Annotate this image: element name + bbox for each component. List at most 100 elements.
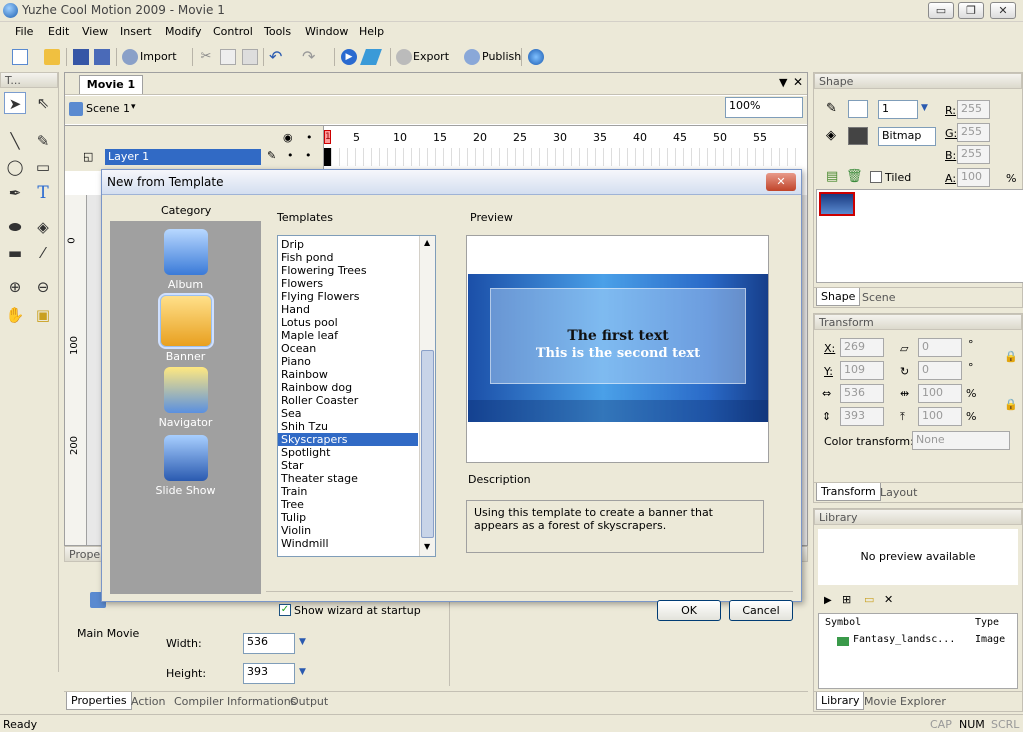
cancel-button[interactable]: Cancel xyxy=(729,600,793,621)
redo-icon[interactable]: ↷ xyxy=(302,49,318,65)
menu-tools[interactable]: Tools xyxy=(264,25,291,38)
undo-icon[interactable]: ↶ xyxy=(269,49,285,65)
new-symbol-icon[interactable]: ⊞ xyxy=(842,593,851,606)
tab-shape[interactable]: Shape xyxy=(816,288,861,306)
tab-list-icon[interactable]: ▼ xyxy=(779,76,787,89)
category-album[interactable]: Album xyxy=(110,229,261,291)
ink-bottle-tool-icon[interactable]: ⬬ xyxy=(4,216,26,238)
template-item[interactable]: Piano xyxy=(278,355,418,368)
template-item[interactable]: Shih Tzu xyxy=(278,420,418,433)
stroke-color-swatch[interactable] xyxy=(848,100,868,118)
close-button[interactable]: ✕ xyxy=(990,2,1016,19)
menu-modify[interactable]: Modify xyxy=(165,25,201,38)
tab-movie-1[interactable]: Movie 1 xyxy=(79,75,143,94)
subselect-tool-icon[interactable]: ⇖ xyxy=(32,92,54,114)
test-movie-icon[interactable] xyxy=(360,49,382,65)
zoom-in-tool-icon[interactable]: ⊕ xyxy=(4,276,26,298)
template-item[interactable]: Drip xyxy=(278,238,418,251)
stroke-width-input[interactable]: 1 xyxy=(878,100,918,119)
scroll-thumb[interactable] xyxy=(421,350,434,538)
template-item[interactable]: Roller Coaster xyxy=(278,394,418,407)
tab-properties[interactable]: Properties xyxy=(66,692,132,710)
tab-action[interactable]: Action xyxy=(131,695,165,708)
transform-height-input[interactable]: 393 xyxy=(840,407,884,426)
category-slide-show[interactable]: Slide Show xyxy=(110,435,261,497)
height-input[interactable]: 393 xyxy=(243,663,295,684)
cut-icon[interactable]: ✂ xyxy=(198,49,214,65)
gradient-tool-icon[interactable]: ▬ xyxy=(4,242,26,264)
y-input[interactable]: 109 xyxy=(840,361,884,380)
show-wizard-checkbox[interactable]: ✓ xyxy=(279,604,291,616)
minimize-button[interactable]: ▭ xyxy=(928,2,954,19)
skew-input[interactable]: 0 xyxy=(918,361,962,380)
template-item[interactable]: Sea xyxy=(278,407,418,420)
open-folder-icon[interactable] xyxy=(44,49,60,65)
export-icon[interactable] xyxy=(396,49,412,65)
tab-layout[interactable]: Layout xyxy=(880,486,917,499)
a-input[interactable]: 100 xyxy=(957,168,990,187)
lock-scale-icon[interactable]: 🔒 xyxy=(1004,398,1018,411)
tab-movie-explorer[interactable]: Movie Explorer xyxy=(864,695,946,708)
rotation-input[interactable]: 0 xyxy=(918,338,962,357)
scroll-down-icon[interactable]: ▼ xyxy=(424,542,430,551)
r-input[interactable]: 255 xyxy=(957,100,990,119)
publish-button[interactable]: Publish xyxy=(482,50,521,63)
publish-icon[interactable] xyxy=(464,49,480,65)
bitmap-list[interactable] xyxy=(816,189,1023,283)
template-item[interactable]: Skyscrapers xyxy=(278,433,418,446)
transform-width-input[interactable]: 536 xyxy=(840,384,884,403)
copy-icon[interactable] xyxy=(220,49,236,65)
template-item[interactable]: Flowers xyxy=(278,277,418,290)
text-tool-icon[interactable]: T xyxy=(32,182,54,204)
library-item-fantasy[interactable]: Fantasy_landsc... xyxy=(853,634,955,645)
bitmap-thumbnail[interactable] xyxy=(819,192,855,216)
restore-button[interactable]: ❐ xyxy=(958,2,984,19)
menu-control[interactable]: Control xyxy=(213,25,253,38)
playhead[interactable]: 1 xyxy=(324,130,331,144)
export-button[interactable]: Export xyxy=(413,50,449,63)
frame-area[interactable]: 1 5 10 15 20 25 30 35 40 45 50 55 xyxy=(323,126,807,172)
width-input[interactable]: 536 xyxy=(243,633,295,654)
menu-file[interactable]: File xyxy=(15,25,33,38)
eyedropper-tool-icon[interactable]: ⁄ xyxy=(32,242,54,264)
scale-x-input[interactable]: 100 xyxy=(918,384,962,403)
line-tool-icon[interactable]: ╲ xyxy=(4,130,26,152)
tiled-checkbox[interactable] xyxy=(870,171,882,183)
save-icon[interactable] xyxy=(73,49,89,65)
template-item[interactable]: Windmill xyxy=(278,537,418,550)
template-item[interactable]: Ocean xyxy=(278,342,418,355)
category-navigator[interactable]: Navigator xyxy=(110,367,261,429)
template-item[interactable]: Hand xyxy=(278,303,418,316)
paste-icon[interactable] xyxy=(242,49,258,65)
layer-row[interactable]: Layer 1 xyxy=(105,149,261,165)
template-item[interactable]: Rainbow xyxy=(278,368,418,381)
eye-icon[interactable]: ◉ xyxy=(283,131,293,144)
play-icon[interactable]: ▶ xyxy=(341,49,357,65)
save-all-icon[interactable] xyxy=(94,49,110,65)
arrow-tool-icon[interactable]: ➤ xyxy=(4,92,26,114)
template-item[interactable]: Rainbow dog xyxy=(278,381,418,394)
lock-position-icon[interactable]: 🔒 xyxy=(1004,350,1018,363)
stroke-width-spin-icon[interactable]: ▼ xyxy=(921,103,928,113)
keyframe[interactable] xyxy=(324,148,331,166)
template-item[interactable]: Theater stage xyxy=(278,472,418,485)
template-item[interactable]: Spotlight xyxy=(278,446,418,459)
g-input[interactable]: 255 xyxy=(957,123,990,142)
tab-output[interactable]: Output xyxy=(290,695,328,708)
delete-symbol-icon[interactable]: ✕ xyxy=(884,593,893,606)
templates-list[interactable]: Drip Fish pond Flowering Trees Flowers Flyin… xyxy=(277,235,436,557)
template-item[interactable]: Flying Flowers xyxy=(278,290,418,303)
menu-edit[interactable]: Edit xyxy=(48,25,69,38)
menu-help[interactable]: Help xyxy=(359,25,384,38)
width-spin-icon[interactable]: ▼ xyxy=(299,637,306,647)
new-folder-icon[interactable]: ▭ xyxy=(864,593,874,606)
tab-transform[interactable]: Transform xyxy=(816,483,881,501)
lock-tool-icon[interactable]: ▣ xyxy=(32,304,54,326)
paint-bucket-tool-icon[interactable]: ◈ xyxy=(32,216,54,238)
scale-y-input[interactable]: 100 xyxy=(918,407,962,426)
fill-type-select[interactable]: Bitmap xyxy=(878,127,936,146)
delete-bitmap-icon[interactable]: 🗑 xyxy=(846,169,863,184)
template-item[interactable]: Train xyxy=(278,485,418,498)
template-item[interactable]: Tree xyxy=(278,498,418,511)
menu-window[interactable]: Window xyxy=(305,25,348,38)
